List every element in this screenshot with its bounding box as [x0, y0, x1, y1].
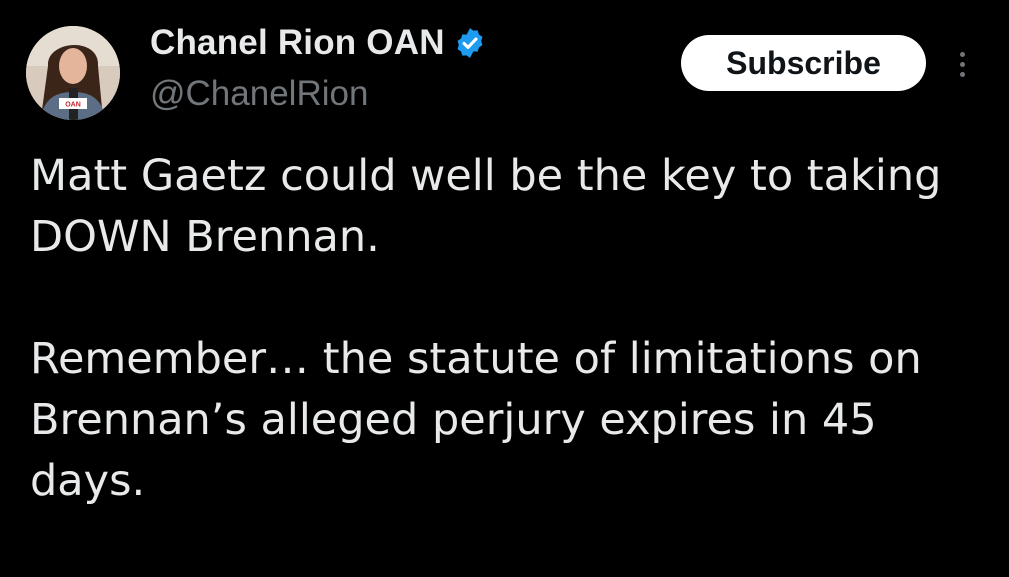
avatar-image: OAN: [26, 26, 120, 120]
avatar[interactable]: OAN: [26, 26, 120, 120]
more-dot-icon: [959, 61, 965, 67]
display-name[interactable]: Chanel Rion OAN: [150, 23, 445, 63]
avatar-logo: OAN: [65, 102, 81, 109]
more-options-icon[interactable]: [950, 44, 974, 84]
verified-badge-icon[interactable]: [453, 26, 487, 60]
more-dot-icon: [959, 51, 965, 57]
user-handle[interactable]: @ChanelRion: [150, 74, 368, 114]
subscribe-button[interactable]: Subscribe: [681, 35, 926, 91]
tweet-card: OAN Chanel Rion OAN @ChanelRion Subscrib…: [0, 0, 1009, 577]
tweet-text: Matt Gaetz could well be the key to taki…: [30, 146, 990, 512]
display-name-row: Chanel Rion OAN: [150, 22, 487, 64]
tweet-paragraph-2: Remember… the statute of limitations on …: [30, 334, 922, 506]
tweet-paragraph-1: Matt Gaetz could well be the key to taki…: [30, 151, 942, 262]
more-dot-icon: [959, 71, 965, 77]
